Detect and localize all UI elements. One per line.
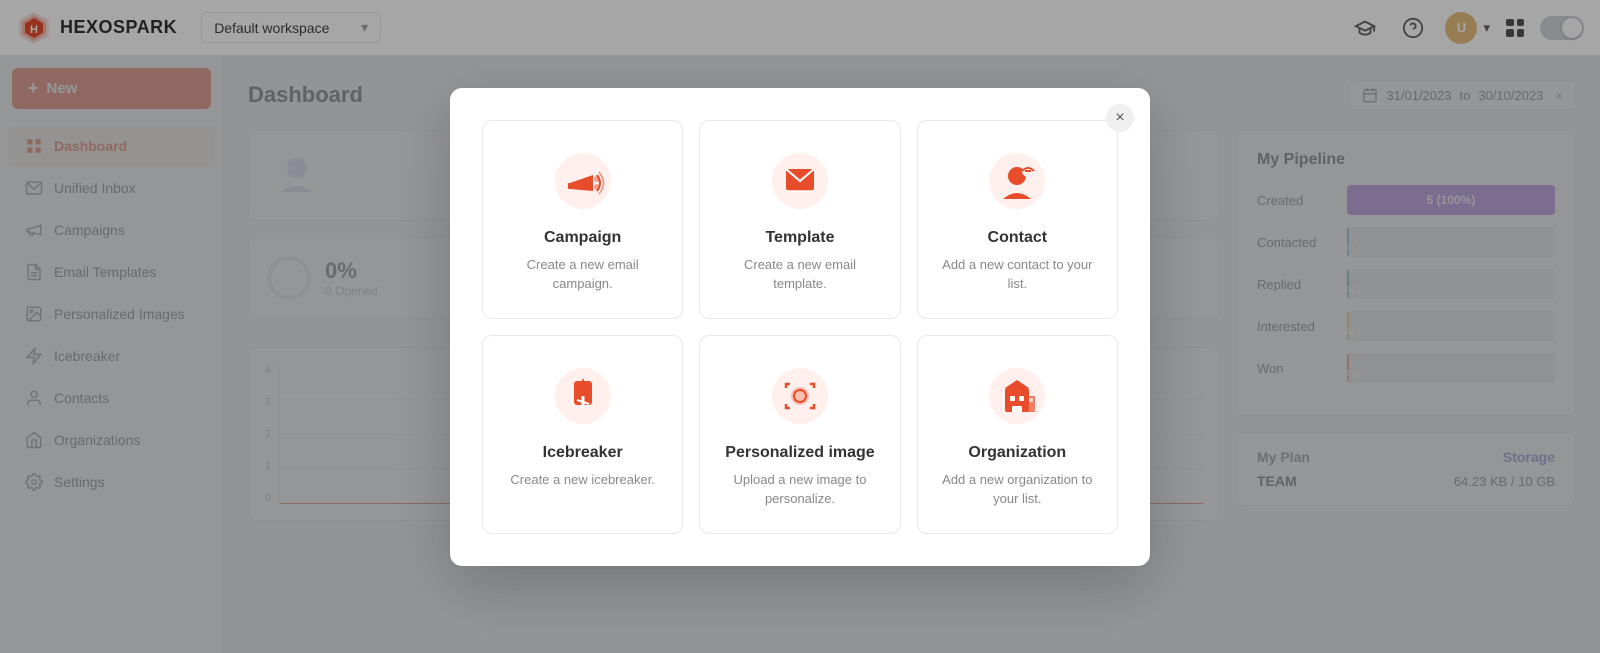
modal-close-button[interactable]: × bbox=[1106, 104, 1134, 132]
new-item-modal: × bbox=[450, 88, 1150, 566]
modal-card-contact[interactable]: Contact Add a new contact to your list. bbox=[917, 120, 1118, 319]
personalized-image-card-title: Personalized image bbox=[725, 444, 874, 462]
organization-card-title: Organization bbox=[968, 444, 1066, 462]
modal-card-campaign[interactable]: Campaign Create a new email campaign. bbox=[482, 120, 683, 319]
icebreaker-card-title: Icebreaker bbox=[543, 444, 623, 462]
template-modal-icon bbox=[768, 149, 832, 213]
campaign-modal-icon bbox=[551, 149, 615, 213]
icebreaker-modal-icon bbox=[551, 364, 615, 428]
modal-card-template[interactable]: Template Create a new email template. bbox=[699, 120, 900, 319]
template-card-title: Template bbox=[765, 229, 834, 247]
organization-modal-icon bbox=[985, 364, 1049, 428]
contact-card-desc: Add a new contact to your list. bbox=[938, 255, 1097, 294]
modal-card-grid: Campaign Create a new email campaign. bbox=[482, 120, 1118, 534]
modal-card-personalized-image[interactable]: Personalized image Upload a new image to… bbox=[699, 335, 900, 534]
personalized-image-card-desc: Upload a new image to personalize. bbox=[720, 470, 879, 509]
contact-modal-icon bbox=[985, 149, 1049, 213]
modal-card-icebreaker[interactable]: Icebreaker Create a new icebreaker. bbox=[482, 335, 683, 534]
icebreaker-card-desc: Create a new icebreaker. bbox=[510, 470, 655, 490]
template-card-desc: Create a new email template. bbox=[720, 255, 879, 294]
modal-card-organization[interactable]: Organization Add a new organization to y… bbox=[917, 335, 1118, 534]
campaign-card-title: Campaign bbox=[544, 229, 621, 247]
organization-card-desc: Add a new organization to your list. bbox=[938, 470, 1097, 509]
personalized-image-modal-icon bbox=[768, 364, 832, 428]
campaign-card-desc: Create a new email campaign. bbox=[503, 255, 662, 294]
modal-overlay[interactable]: × bbox=[0, 0, 1600, 653]
contact-card-title: Contact bbox=[988, 229, 1048, 247]
